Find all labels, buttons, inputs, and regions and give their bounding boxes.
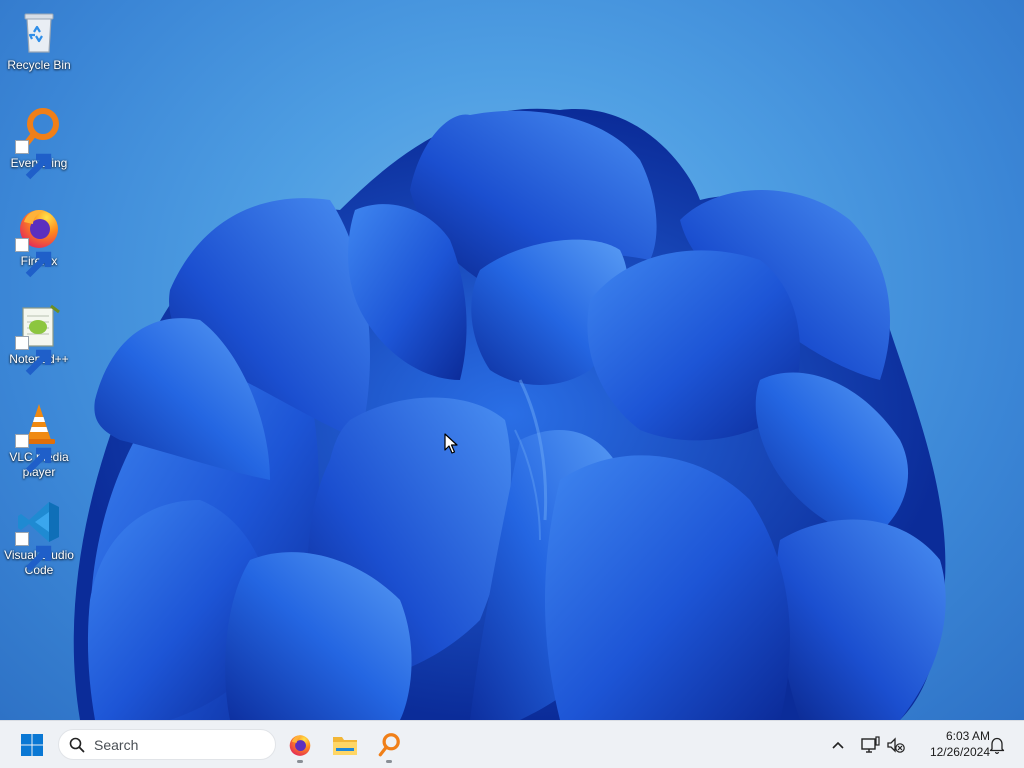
desktop-icon-vscode[interactable]: Visual Studio Code	[2, 498, 76, 578]
everything-search-icon	[378, 733, 400, 757]
windows-start-icon	[21, 734, 43, 756]
network-icon[interactable]	[860, 735, 880, 755]
everything-search-icon	[15, 106, 63, 180]
start-button[interactable]	[12, 725, 52, 765]
taskbar-file-explorer-button[interactable]	[325, 725, 365, 765]
chevron-up-icon[interactable]	[828, 735, 848, 755]
shortcut-arrow-icon	[15, 238, 52, 278]
shortcut-arrow-icon	[15, 532, 52, 572]
desktop-icon-notepad-plus-plus[interactable]: Notepad++	[2, 302, 76, 376]
notepad-plus-plus-icon	[15, 302, 63, 376]
running-indicator	[386, 760, 392, 763]
search-icon	[69, 737, 85, 753]
clock-date: 12/26/2024	[929, 745, 990, 759]
bell-icon[interactable]	[987, 735, 1007, 755]
clock-time: 6:03 AM	[945, 729, 990, 743]
desktop-icon-label: Recycle Bin	[7, 58, 71, 72]
search-placeholder: Search	[94, 737, 139, 753]
firefox-icon	[289, 735, 311, 756]
desktop-icon-everything[interactable]: Everything	[2, 106, 76, 180]
vscode-icon	[15, 498, 63, 572]
shortcut-arrow-icon	[15, 140, 52, 180]
taskbar-firefox-button[interactable]	[280, 725, 320, 765]
taskbar-clock[interactable]: 6:03 AM 12/26/2024	[910, 728, 990, 760]
desktop[interactable]: Recycle Bin Everything Firefox Notepad++…	[0, 0, 1024, 720]
recycle-bin-icon	[15, 8, 63, 56]
desktop-icon-firefox[interactable]: Firefox	[2, 204, 76, 278]
file-explorer-icon	[333, 737, 357, 755]
taskbar-search-box[interactable]: Search	[58, 729, 276, 760]
mouse-pointer-icon	[444, 433, 458, 454]
desktop-icon-vlc[interactable]: VLC media player	[2, 400, 76, 480]
desktop-icon-recycle-bin[interactable]: Recycle Bin	[2, 8, 76, 73]
running-indicator	[297, 760, 303, 763]
vlc-cone-icon	[15, 400, 63, 474]
wallpaper-bloom	[73, 108, 946, 720]
taskbar: Search 6:03 AM 12/26/2024	[0, 720, 1024, 768]
volume-muted-icon[interactable]	[886, 735, 906, 755]
shortcut-arrow-icon	[15, 336, 52, 376]
taskbar-everything-button[interactable]	[369, 725, 409, 765]
shortcut-arrow-icon	[15, 434, 52, 474]
firefox-icon	[15, 204, 63, 278]
